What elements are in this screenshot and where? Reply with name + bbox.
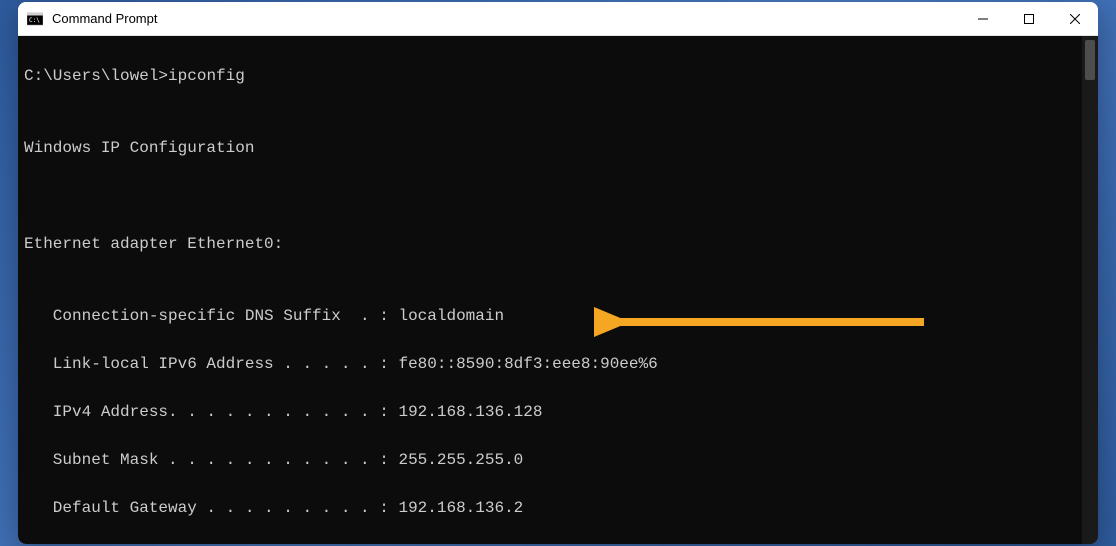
svg-text:C:\: C:\: [29, 17, 40, 24]
subnet-mask-line: Subnet Mask . . . . . . . . . . . : 255.…: [24, 448, 1094, 472]
window-controls: [960, 2, 1098, 35]
close-button[interactable]: [1052, 2, 1098, 35]
minimize-button[interactable]: [960, 2, 1006, 35]
terminal-output[interactable]: C:\Users\lowel>ipconfig Windows IP Confi…: [18, 36, 1098, 544]
command-prompt-window: C:\ Command Prompt C:\Users\lowel>ipconf…: [18, 2, 1098, 544]
titlebar[interactable]: C:\ Command Prompt: [18, 2, 1098, 36]
default-gateway-line: Default Gateway . . . . . . . . . : 192.…: [24, 496, 1094, 520]
prompt: C:\Users\lowel>: [24, 67, 168, 85]
scrollbar-track[interactable]: [1082, 36, 1098, 544]
ipv4-address-line: IPv4 Address. . . . . . . . . . . : 192.…: [24, 400, 1094, 424]
app-icon: C:\: [26, 10, 44, 28]
maximize-button[interactable]: [1006, 2, 1052, 35]
prompt-line: C:\Users\lowel>ipconfig: [24, 64, 1094, 88]
ipconfig-header: Windows IP Configuration: [24, 136, 1094, 160]
window-title: Command Prompt: [52, 11, 960, 26]
dns-suffix-line: Connection-specific DNS Suffix . : local…: [24, 304, 1094, 328]
adapter-title: Ethernet adapter Ethernet0:: [24, 232, 1094, 256]
command-text: ipconfig: [168, 67, 245, 85]
ipv6-address-line: Link-local IPv6 Address . . . . . : fe80…: [24, 352, 1094, 376]
scrollbar-thumb[interactable]: [1085, 40, 1095, 80]
